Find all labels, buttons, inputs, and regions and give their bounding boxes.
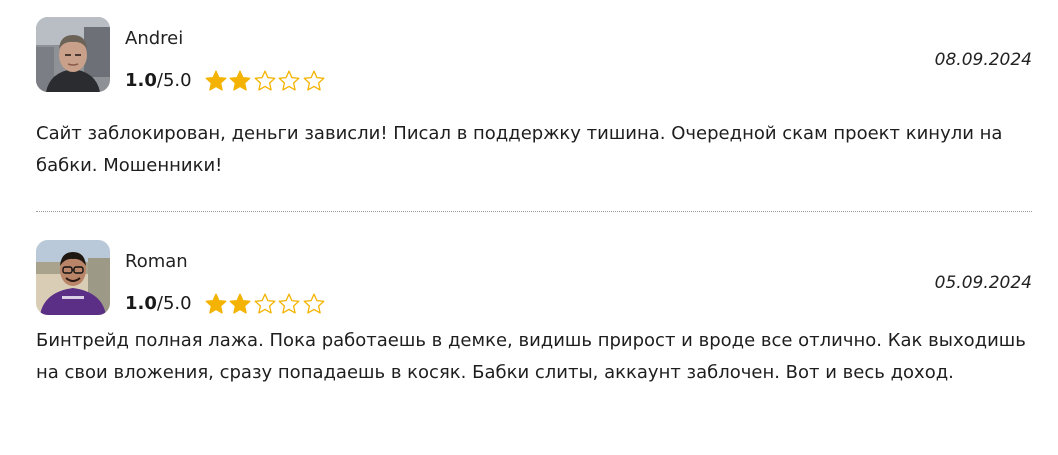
user-photo-icon — [36, 17, 110, 92]
star-empty-icon — [254, 293, 276, 314]
star-rating — [204, 69, 327, 93]
star-empty-icon — [254, 70, 276, 91]
review-text: Бинтрейд полная лажа. Пока работаешь в д… — [36, 330, 1026, 383]
star-empty-icon — [278, 293, 300, 314]
rating: 1.0/5.0 — [125, 291, 326, 317]
review-date: 08.09.2024 — [934, 50, 1032, 70]
rating: 1.0/5.0 — [125, 68, 326, 94]
rating-max: /5.0 — [156, 293, 192, 314]
star-filled-icon — [205, 70, 227, 91]
user-photo-icon — [36, 240, 110, 315]
review-author: Roman — [125, 251, 188, 272]
avatar — [36, 240, 110, 315]
star-rating — [204, 292, 327, 316]
star-empty-icon — [303, 293, 325, 314]
rating-value: 1.0 — [125, 70, 157, 91]
star-filled-icon — [205, 293, 227, 314]
rating-score: 1.0/5.0 — [125, 292, 192, 316]
review-date: 05.09.2024 — [934, 273, 1032, 293]
rating-value: 1.0 — [125, 293, 157, 314]
review-divider — [36, 211, 1032, 212]
star-empty-icon — [278, 70, 300, 91]
review-text: Сайт заблокирован, деньги зависли! Писал… — [36, 123, 1003, 176]
star-filled-icon — [229, 293, 251, 314]
star-empty-icon — [303, 70, 325, 91]
rating-max: /5.0 — [156, 70, 192, 91]
star-filled-icon — [229, 70, 251, 91]
avatar — [36, 17, 110, 92]
review-author: Andrei — [125, 28, 184, 49]
rating-score: 1.0/5.0 — [125, 69, 192, 93]
